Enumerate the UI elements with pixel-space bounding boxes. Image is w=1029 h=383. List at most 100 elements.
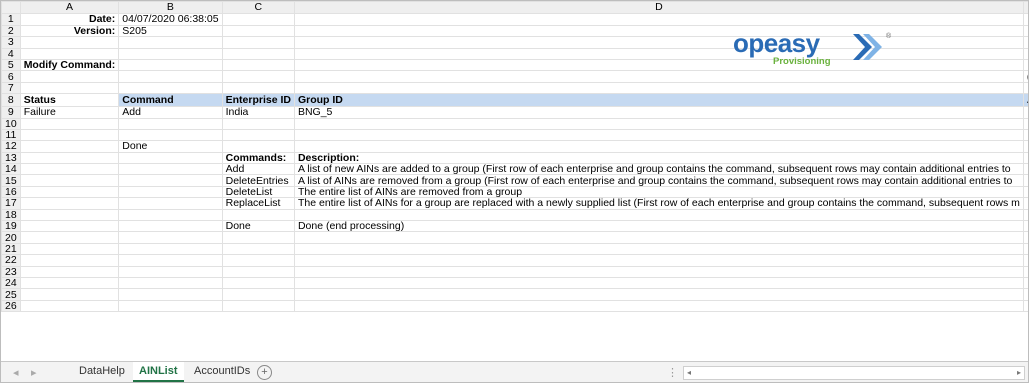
cell-a14[interactable]: [19, 163, 120, 176]
cell-e22[interactable]: [1022, 254, 1028, 267]
cell-d11[interactable]: [293, 128, 1024, 142]
cell-e11[interactable]: [1022, 128, 1028, 142]
cell-a24[interactable]: [19, 276, 120, 290]
scroll-left-arrow-icon[interactable]: ◂: [687, 367, 691, 379]
cell-c18[interactable]: [221, 208, 295, 222]
cell-e2[interactable]: [1022, 24, 1028, 38]
cell-b12[interactable]: Done: [118, 140, 223, 153]
cell-c5[interactable]: [221, 58, 295, 72]
row-header-7[interactable]: 7: [1, 81, 21, 95]
row-header-17[interactable]: 17: [1, 197, 21, 210]
row-header-2[interactable]: 2: [1, 24, 21, 38]
cell-c21[interactable]: [221, 242, 295, 256]
cell-e24[interactable]: [1022, 276, 1028, 290]
cell-a17[interactable]: [19, 197, 120, 210]
row-header-14[interactable]: 14: [1, 163, 21, 176]
cell-e10[interactable]: [1022, 117, 1028, 130]
cell-a25[interactable]: [19, 288, 120, 301]
cell-b5[interactable]: [118, 58, 223, 72]
row-header-15[interactable]: 15: [1, 174, 21, 187]
cell-a1[interactable]: Date:: [19, 12, 120, 26]
row-header-1[interactable]: 1: [1, 12, 21, 26]
cell-d22[interactable]: [293, 254, 1024, 267]
cell-d7[interactable]: [293, 81, 1024, 95]
cell-b8[interactable]: Command: [118, 93, 223, 108]
tab-ainlist[interactable]: AINList: [133, 362, 184, 382]
cell-d20[interactable]: [293, 231, 1024, 244]
cell-e26[interactable]: [1022, 299, 1028, 313]
row-header-21[interactable]: 21: [1, 242, 21, 256]
add-sheet-button[interactable]: +: [257, 365, 272, 380]
cell-e18[interactable]: [1022, 208, 1028, 222]
tab-scroll-left-icon[interactable]: ◂: [13, 366, 19, 379]
cell-b1[interactable]: 04/07/2020 06:38:05: [118, 12, 223, 26]
cell-e4[interactable]: [1022, 47, 1028, 60]
cell-d26[interactable]: [293, 299, 1024, 313]
column-header-b[interactable]: B: [118, 1, 223, 14]
cell-c6[interactable]: [221, 70, 295, 83]
row-header-16[interactable]: 16: [1, 185, 21, 199]
row-header-11[interactable]: 11: [1, 128, 21, 142]
cell-c13[interactable]: Commands:: [221, 151, 295, 165]
row-header-22[interactable]: 22: [1, 254, 21, 267]
cell-b18[interactable]: [118, 208, 223, 222]
row-header-4[interactable]: 4: [1, 47, 21, 60]
cell-d5[interactable]: [293, 58, 1024, 72]
worksheet-grid[interactable]: A B C D E F G H 1Date:04/07/2020 06:38:0…: [1, 1, 1028, 361]
cell-b9[interactable]: Add: [118, 106, 223, 119]
cell-e6[interactable]: (5-15 digits): [1022, 70, 1028, 83]
cell-c19[interactable]: Done: [221, 220, 295, 233]
cell-b11[interactable]: [118, 128, 223, 142]
cell-d12[interactable]: [293, 140, 1024, 153]
cell-a9[interactable]: Failure: [19, 106, 120, 119]
cell-d1[interactable]: [293, 12, 1024, 26]
row-header-13[interactable]: 13: [1, 151, 21, 165]
cell-e9[interactable]: 111222: [1022, 106, 1028, 119]
column-header-e[interactable]: E: [1022, 1, 1028, 14]
tab-scroll-right-icon[interactable]: ▸: [31, 366, 37, 379]
cell-a2[interactable]: Version:: [19, 24, 120, 38]
cell-a20[interactable]: [19, 231, 120, 244]
row-header-23[interactable]: 23: [1, 265, 21, 279]
cell-b20[interactable]: [118, 231, 223, 244]
scroll-right-arrow-icon[interactable]: ▸: [1017, 367, 1021, 379]
cell-e8[interactable]: AIN List: [1022, 93, 1028, 108]
row-header-19[interactable]: 19: [1, 220, 21, 233]
cell-c11[interactable]: [221, 128, 295, 142]
cell-e16[interactable]: [1022, 185, 1028, 199]
cell-c17[interactable]: ReplaceList: [221, 197, 295, 210]
cell-b3[interactable]: [118, 36, 223, 49]
cell-a11[interactable]: [19, 128, 120, 142]
cell-b6[interactable]: [118, 70, 223, 83]
cell-a13[interactable]: [19, 151, 120, 165]
cell-d2[interactable]: [293, 24, 1024, 38]
cell-e14[interactable]: [1022, 163, 1028, 176]
cell-d15[interactable]: A list of AINs are removed from a group …: [293, 174, 1024, 187]
cell-a19[interactable]: [19, 220, 120, 233]
cell-b13[interactable]: [118, 151, 223, 165]
cell-a26[interactable]: [19, 299, 120, 313]
cell-b21[interactable]: [118, 242, 223, 256]
cell-e1[interactable]: [1022, 12, 1028, 26]
cell-a16[interactable]: [19, 185, 120, 199]
column-header-d[interactable]: D: [293, 1, 1024, 14]
cell-d6[interactable]: [293, 70, 1024, 83]
row-header-20[interactable]: 20: [1, 231, 21, 244]
cell-d4[interactable]: [293, 47, 1024, 60]
cell-a18[interactable]: [19, 208, 120, 222]
cell-c2[interactable]: [221, 24, 295, 38]
cell-a23[interactable]: [19, 265, 120, 279]
row-header-9[interactable]: 9: [1, 106, 21, 119]
cell-a12[interactable]: [19, 140, 120, 153]
cell-c9[interactable]: India: [221, 106, 295, 119]
cell-b10[interactable]: [118, 117, 223, 130]
cell-b7[interactable]: [118, 81, 223, 95]
cell-d10[interactable]: [293, 117, 1024, 130]
cell-e20[interactable]: [1022, 231, 1028, 244]
cell-d9[interactable]: BNG_5: [293, 106, 1024, 119]
cell-b24[interactable]: [118, 276, 223, 290]
cell-a4[interactable]: [19, 47, 120, 60]
cell-b26[interactable]: [118, 299, 223, 313]
cell-d17[interactable]: The entire list of AINs for a group are …: [293, 197, 1024, 210]
cell-e25[interactable]: [1022, 288, 1028, 301]
